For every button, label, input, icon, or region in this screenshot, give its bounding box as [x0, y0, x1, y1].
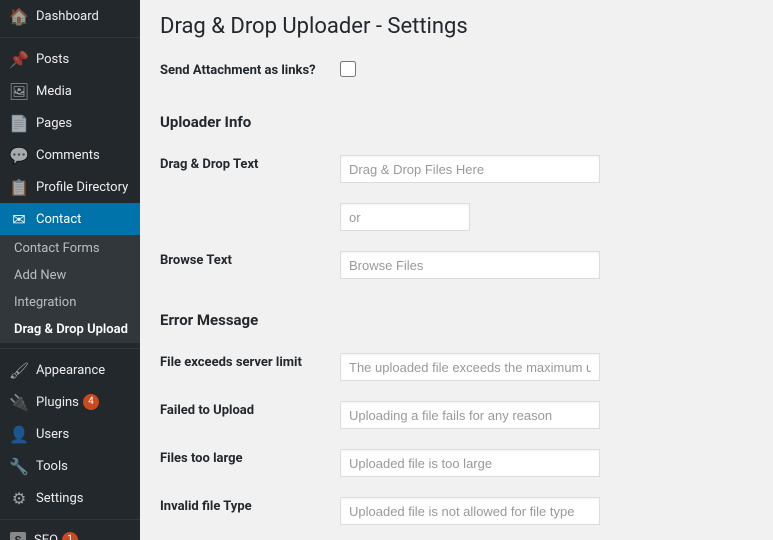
sidebar-item-label: Dashboard: [36, 9, 99, 24]
sidebar-item-label: Users: [36, 427, 69, 442]
profile-icon: 📋: [10, 178, 28, 196]
menu-separator: [0, 348, 140, 349]
submenu-item-add-new[interactable]: Add New: [0, 262, 140, 289]
seo-icon: S: [10, 532, 26, 540]
invalid-file-type-label: Invalid file Type: [160, 487, 340, 535]
invalid-file-type-input[interactable]: [340, 497, 600, 525]
settings-form: Send Attachment as links?: [160, 51, 753, 91]
files-too-large-label: Files too large: [160, 439, 340, 487]
contact-icon: ✉: [10, 210, 28, 228]
send-attachment-label: Send Attachment as links?: [160, 51, 340, 91]
menu-separator: [0, 519, 140, 520]
settings-icon: ⚙: [10, 489, 28, 507]
menu-separator: [0, 37, 140, 38]
submenu-item-contact-forms[interactable]: Contact Forms: [0, 235, 140, 262]
submenu-item-integration[interactable]: Integration: [0, 289, 140, 316]
drag-drop-text-input[interactable]: [340, 155, 600, 183]
media-icon: 🖼: [10, 82, 28, 100]
tools-icon: 🔧: [10, 457, 28, 475]
submenu-item-drag-drop-upload[interactable]: Drag & Drop Upload: [0, 316, 140, 343]
uploader-info-heading: Uploader Info: [160, 113, 753, 131]
plugins-icon: 🔌: [10, 393, 28, 411]
sidebar-submenu-contact: Contact Forms Add New Integration Drag &…: [0, 235, 140, 343]
sidebar-item-plugins[interactable]: 🔌 Plugins 4: [0, 386, 140, 418]
sidebar-item-settings[interactable]: ⚙ Settings: [0, 482, 140, 514]
sidebar-item-pages[interactable]: 📄 Pages: [0, 107, 140, 139]
sidebar-item-profile-directory[interactable]: 📋 Profile Directory: [0, 171, 140, 203]
failed-upload-label: Failed to Upload: [160, 391, 340, 439]
sidebar-item-media[interactable]: 🖼 Media: [0, 75, 140, 107]
sidebar-item-label: Settings: [36, 491, 83, 506]
users-icon: 👤: [10, 425, 28, 443]
dashboard-icon: 🏠: [10, 7, 28, 25]
failed-upload-input[interactable]: [340, 401, 600, 429]
sidebar-item-appearance[interactable]: 🖌 Appearance: [0, 354, 140, 386]
drag-drop-text-label: Drag & Drop Text: [160, 145, 340, 193]
sidebar-item-label: Media: [36, 84, 72, 99]
send-attachment-checkbox[interactable]: [340, 61, 356, 77]
sidebar-item-label: Profile Directory: [36, 180, 128, 195]
plugins-badge: 4: [83, 394, 99, 410]
sidebar-item-comments[interactable]: 💬 Comments: [0, 139, 140, 171]
sidebar-item-label: Contact: [36, 212, 81, 227]
seo-badge: 1: [62, 532, 78, 540]
sidebar-item-label: Tools: [36, 459, 68, 474]
sidebar-item-users[interactable]: 👤 Users: [0, 418, 140, 450]
admin-sidebar: 🏠 Dashboard 📌 Posts 🖼 Media 📄 Pages 💬 Co…: [0, 0, 140, 540]
sidebar-item-label: Pages: [36, 116, 72, 131]
sidebar-item-posts[interactable]: 📌 Posts: [0, 43, 140, 75]
appearance-icon: 🖌: [10, 361, 28, 379]
comments-icon: 💬: [10, 146, 28, 164]
posts-icon: 📌: [10, 50, 28, 68]
sidebar-item-label: Appearance: [36, 363, 105, 378]
main-content: Drag & Drop Uploader - Settings Send Att…: [140, 0, 773, 540]
browse-text-label: Browse Text: [160, 241, 340, 289]
files-too-large-input[interactable]: [340, 449, 600, 477]
error-message-heading: Error Message: [160, 311, 753, 329]
sidebar-item-label: SEO: [34, 533, 58, 540]
sidebar-item-tools[interactable]: 🔧 Tools: [0, 450, 140, 482]
page-title: Drag & Drop Uploader - Settings: [160, 0, 753, 51]
sidebar-item-label: Posts: [36, 52, 69, 67]
sidebar-item-label: Plugins: [36, 395, 79, 410]
separator-text-input[interactable]: [340, 203, 470, 231]
browse-text-input[interactable]: [340, 251, 600, 279]
exceeds-server-limit-input[interactable]: [340, 353, 600, 381]
sidebar-item-contact[interactable]: ✉ Contact: [0, 203, 140, 235]
exceeds-server-limit-label: File exceeds server limit: [160, 343, 340, 391]
sidebar-item-seo[interactable]: S SEO 1: [0, 525, 140, 540]
pages-icon: 📄: [10, 114, 28, 132]
sidebar-item-label: Comments: [36, 148, 100, 163]
sidebar-item-dashboard[interactable]: 🏠 Dashboard: [0, 0, 140, 32]
